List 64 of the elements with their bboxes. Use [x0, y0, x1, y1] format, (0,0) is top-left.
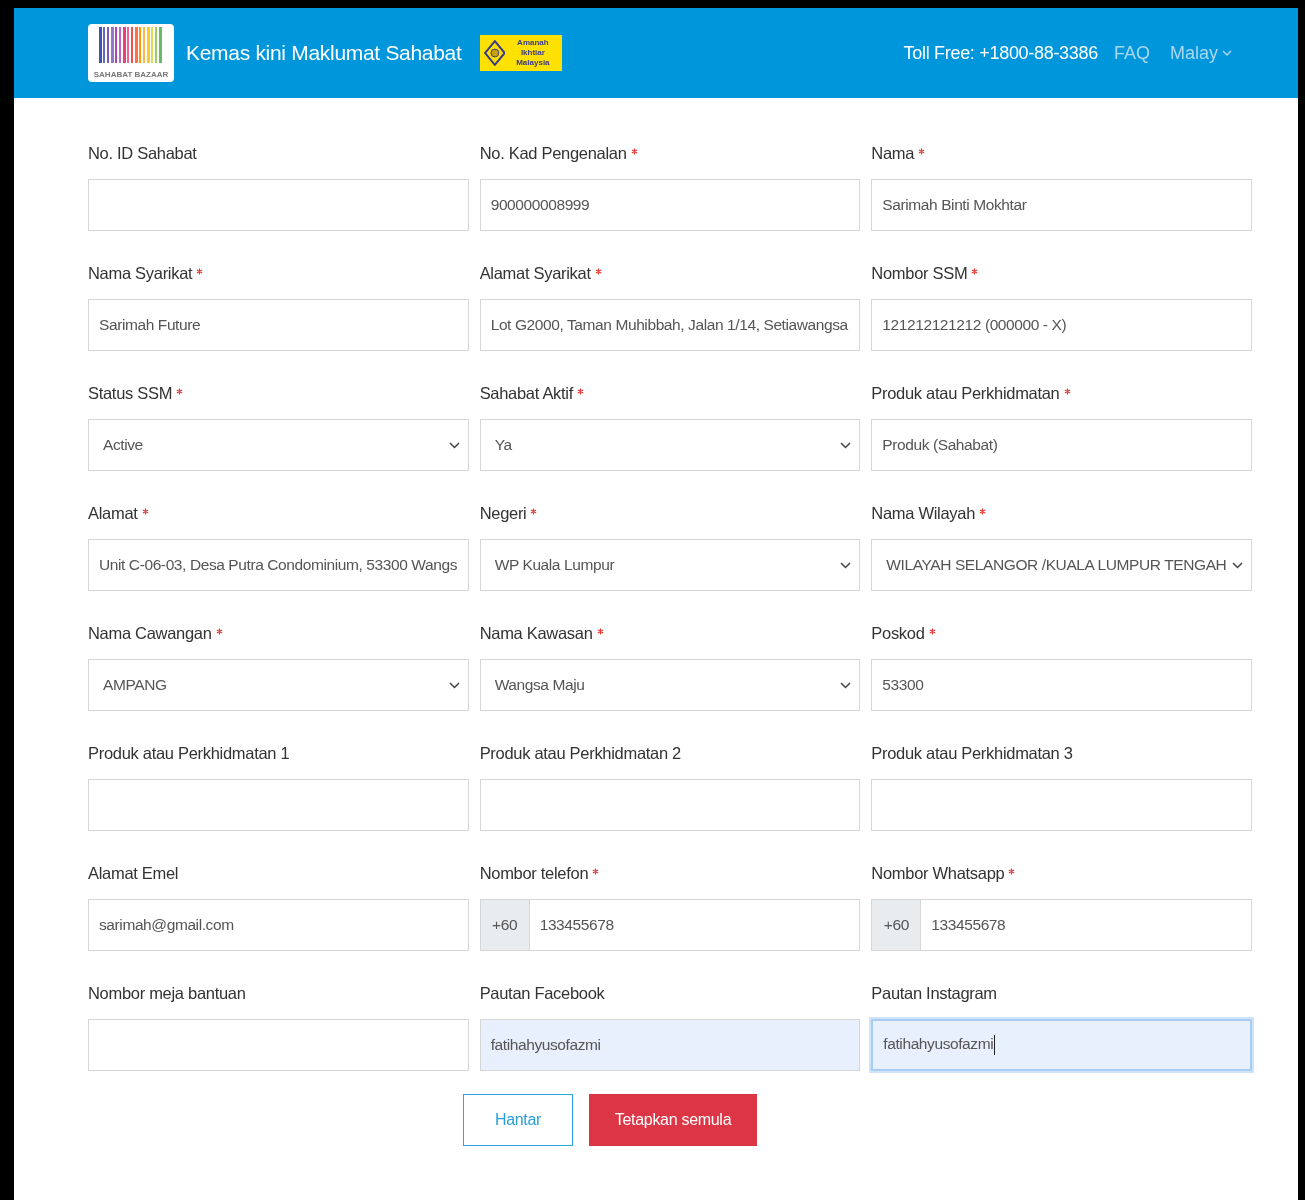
phone-field[interactable]: +60 133455678 [871, 899, 1252, 951]
input-field[interactable]: Sarimah Binti Mokhtar [871, 179, 1252, 231]
reset-button[interactable]: Tetapkan semula [589, 1094, 757, 1146]
input-field[interactable]: Lot G2000, Taman Muhibbah, Jalan 1/14, Setiawangsa [479, 299, 861, 351]
chevron-down-icon [448, 681, 460, 689]
field-label: Nombor Whatsapp [871, 864, 1005, 882]
input-field[interactable]: 900000008999 [479, 179, 861, 231]
select-dropdown[interactable]: WILAYAH SELANGOR /KUALA LUMPUR TENGAH [871, 539, 1252, 591]
field-label: Negeri [479, 504, 527, 522]
barcode-icon [99, 27, 163, 63]
select-dropdown[interactable]: WP Kuala Lumpur [479, 539, 861, 591]
chevron-down-icon [840, 681, 852, 689]
select-dropdown[interactable]: Wangsa Maju [479, 659, 861, 711]
field-label: Pautan Facebook [479, 984, 605, 1002]
field-label: Nombor SSM [871, 264, 968, 282]
input-field[interactable] [88, 1019, 469, 1071]
input-field[interactable]: 53300 [871, 659, 1252, 711]
input-field[interactable]: sarimah@gmail.com [88, 899, 469, 951]
input-field[interactable] [88, 179, 469, 231]
input-field[interactable]: fatihahyusofazmi [871, 1019, 1252, 1071]
phone-field[interactable]: +60 133455678 [479, 899, 861, 951]
toll-free-number: Toll Free: +1800-88-3386 [903, 42, 1098, 64]
logo-text: SAHABAT BAZAAR [92, 70, 170, 79]
select-dropdown[interactable]: Ya [479, 419, 861, 471]
input-field[interactable] [88, 779, 469, 831]
field-label: Produk atau Perkhidmatan 1 [88, 744, 290, 762]
chevron-down-icon [1232, 561, 1243, 569]
country-code: +60 [872, 900, 922, 950]
diamond-emblem-icon [483, 40, 506, 66]
chevron-down-icon [840, 441, 852, 449]
field-label: Nama Syarikat [88, 264, 193, 282]
field-label: No. Kad Pengenalan [479, 144, 627, 162]
field-label: Poskod [871, 624, 925, 642]
field-label: Nama Cawangan [88, 624, 212, 642]
chevron-down-icon [448, 441, 460, 449]
field-label: Produk atau Perkhidmatan 2 [479, 744, 681, 762]
page-title: Kemas kini Maklumat Sahabat [186, 41, 462, 65]
input-field[interactable]: 121212121212 (000000 - X) [871, 299, 1252, 351]
chevron-down-icon [840, 561, 852, 569]
input-field[interactable]: Produk (Sahabat) [871, 419, 1252, 471]
field-label: Nama [871, 144, 915, 162]
field-label: Pautan Instagram [871, 984, 997, 1002]
select-dropdown[interactable]: AMPANG [88, 659, 469, 711]
country-code: +60 [480, 900, 530, 950]
field-label: Nombor meja bantuan [88, 984, 246, 1002]
input-field[interactable]: Sarimah Future [88, 299, 469, 351]
field-label: Alamat Emel [88, 864, 179, 882]
select-dropdown[interactable]: Active [88, 419, 469, 471]
field-label: Alamat [88, 504, 138, 522]
field-label: Nombor telefon [479, 864, 589, 882]
input-field[interactable]: Unit C-06-03, Desa Putra Condominium, 53300 Wangs [88, 539, 469, 591]
field-label: Produk atau Perkhidmatan 3 [871, 744, 1073, 762]
input-field[interactable] [479, 779, 861, 831]
field-label: No. ID Sahabat [88, 144, 197, 162]
partner-badge: Amanah Ikhtiar Malaysia [479, 35, 562, 71]
field-label: Alamat Syarikat [479, 264, 591, 282]
field-label: Nama Wilayah [871, 504, 975, 522]
input-field[interactable]: fatihahyusofazmi [479, 1019, 861, 1071]
field-label: Status SSM [88, 384, 173, 402]
field-label: Sahabat Aktif [479, 384, 573, 402]
chevron-down-icon [1222, 49, 1232, 57]
input-field[interactable] [871, 779, 1252, 831]
field-label: Produk atau Perkhidmatan [871, 384, 1060, 402]
field-label: Nama Kawasan [479, 624, 593, 642]
